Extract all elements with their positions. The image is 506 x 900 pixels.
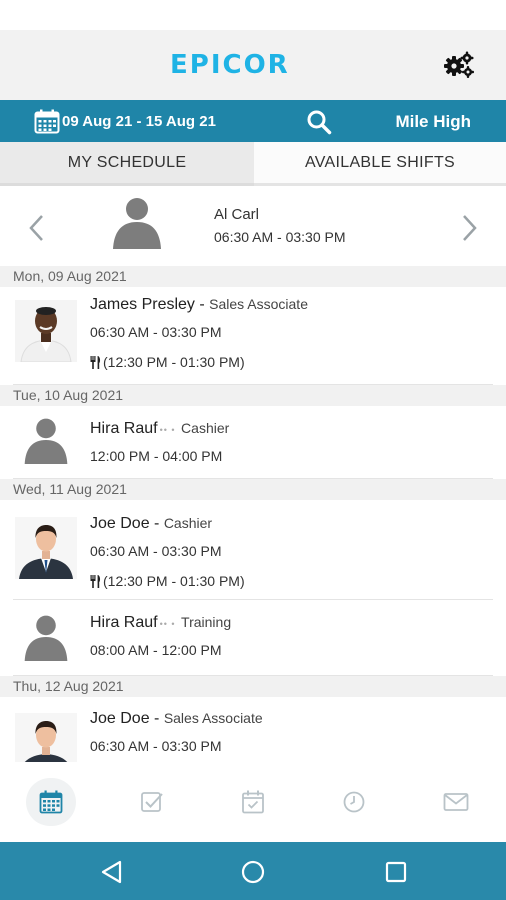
back-button[interactable]: [99, 859, 125, 885]
back-icon: [101, 860, 122, 884]
meal-break-icon: [90, 575, 101, 588]
employee-name: Joe Doe: [90, 515, 150, 532]
schedule-list[interactable]: Mon, 09 Aug 2021 James Presley - Sales A…: [0, 266, 506, 762]
employee-photo: [15, 517, 77, 579]
bottom-navigation: [0, 762, 506, 842]
employee-name: Hira Rauf: [90, 420, 158, 437]
day-header: Thu, 12 Aug 2021: [0, 676, 506, 697]
mail-icon: [443, 793, 469, 811]
calendar-icon: [34, 109, 60, 134]
break-time: (12:30 PM - 01:30 PM): [103, 354, 245, 370]
date-bar: 09 Aug 21 - 15 Aug 21 Mile High: [0, 100, 506, 142]
svg-text:EPICOR: EPICOR: [170, 50, 290, 79]
shift-employee-line: Hira Rauf •• • Training: [90, 614, 231, 632]
employee-photo: [15, 713, 77, 762]
employee-role: Training: [181, 614, 232, 630]
previous-employee-button[interactable]: [27, 213, 47, 243]
shift-time: 06:30 AM - 03:30 PM: [90, 324, 222, 340]
chevron-left-icon: [29, 215, 43, 241]
break-time: (12:30 PM - 01:30 PM): [103, 573, 245, 589]
store-selector[interactable]: Mile High: [395, 112, 471, 132]
shift-time: 06:30 AM - 03:30 PM: [90, 543, 222, 559]
avatar-silhouette-icon: [24, 615, 68, 661]
role-separator: •• •: [159, 619, 180, 629]
tab-available-shifts[interactable]: AVAILABLE SHIFTS: [254, 142, 506, 186]
employee-role: Sales Associate: [163, 710, 263, 726]
shift-time: 08:00 AM - 12:00 PM: [90, 642, 222, 658]
role-separator: -: [149, 710, 164, 727]
recents-button[interactable]: [383, 859, 409, 885]
status-bar: [0, 0, 506, 30]
current-employee-time: 06:30 AM - 03:30 PM: [214, 229, 346, 245]
shift-time: 06:30 AM - 03:30 PM: [90, 738, 222, 754]
calendar-icon: [39, 790, 63, 814]
shift-employee-line: Joe Doe - Sales Associate: [90, 710, 263, 728]
employee-role: Cashier: [181, 420, 230, 436]
avatar-silhouette-icon: [24, 418, 68, 464]
role-separator: •• •: [159, 425, 180, 435]
current-employee-name: Al Carl: [214, 206, 260, 223]
app-header: EPICOR: [0, 30, 506, 100]
home-button[interactable]: [240, 859, 266, 885]
clock-icon: [343, 791, 365, 813]
shift-item[interactable]: Joe Doe - Sales Associate 06:30 AM - 03:…: [0, 697, 506, 762]
nav-schedule[interactable]: [26, 778, 76, 826]
settings-button[interactable]: [442, 50, 476, 80]
employee-name: Hira Rauf: [90, 614, 158, 631]
shift-item[interactable]: Hira Rauf •• • Training 08:00 AM - 12:00 …: [0, 600, 506, 676]
day-header: Wed, 11 Aug 2021: [0, 479, 506, 500]
employee-role: Sales Associate: [209, 296, 308, 312]
epicor-logo: EPICOR: [170, 50, 290, 79]
search-icon: [307, 110, 332, 135]
chevron-right-icon: [463, 215, 477, 241]
system-navigation-bar: [0, 842, 506, 900]
employee-photo: [15, 300, 77, 362]
search-button[interactable]: [306, 109, 332, 135]
nav-availability[interactable]: [228, 778, 278, 826]
recents-icon: [385, 861, 407, 883]
nav-tasks[interactable]: [127, 778, 177, 826]
day-header: Tue, 10 Aug 2021: [0, 385, 506, 406]
schedule-tabs: MY SCHEDULE AVAILABLE SHIFTS: [0, 142, 506, 186]
employee-role: Cashier: [163, 515, 213, 531]
role-separator: -: [194, 296, 210, 313]
shift-item[interactable]: Hira Rauf •• • Cashier 12:00 PM - 04:00 P…: [0, 406, 506, 479]
checkbox-icon: [141, 792, 163, 812]
day-header: Mon, 09 Aug 2021: [0, 266, 506, 287]
tab-my-schedule[interactable]: MY SCHEDULE: [0, 142, 254, 186]
calendar-check-icon: [242, 790, 264, 814]
gears-icon: [444, 51, 474, 78]
shift-employee-line: Joe Doe - Cashier: [90, 515, 212, 533]
nav-messages[interactable]: [430, 778, 480, 826]
break-row: (12:30 PM - 01:30 PM): [90, 354, 245, 370]
next-employee-button[interactable]: [459, 213, 479, 243]
role-separator: -: [149, 515, 164, 532]
employee-name: Joe Doe: [90, 710, 150, 727]
date-range[interactable]: 09 Aug 21 - 15 Aug 21: [62, 113, 216, 130]
employee-name: James Presley: [90, 296, 195, 313]
avatar-silhouette-icon: [113, 198, 161, 249]
meal-break-icon: [90, 356, 101, 369]
shift-item[interactable]: James Presley - Sales Associate 06:30 AM…: [0, 287, 506, 385]
nav-time-clock[interactable]: [329, 778, 379, 826]
home-icon: [241, 860, 265, 884]
shift-item[interactable]: Joe Doe - Cashier 06:30 AM - 03:30 PM (1…: [0, 500, 506, 600]
employee-switcher: Al Carl 06:30 AM - 03:30 PM: [0, 189, 506, 266]
calendar-button[interactable]: [34, 109, 60, 134]
shift-employee-line: James Presley - Sales Associate: [90, 296, 308, 314]
shift-time: 12:00 PM - 04:00 PM: [90, 448, 223, 464]
shift-employee-line: Hira Rauf •• • Cashier: [90, 420, 229, 438]
break-row: (12:30 PM - 01:30 PM): [90, 573, 245, 589]
